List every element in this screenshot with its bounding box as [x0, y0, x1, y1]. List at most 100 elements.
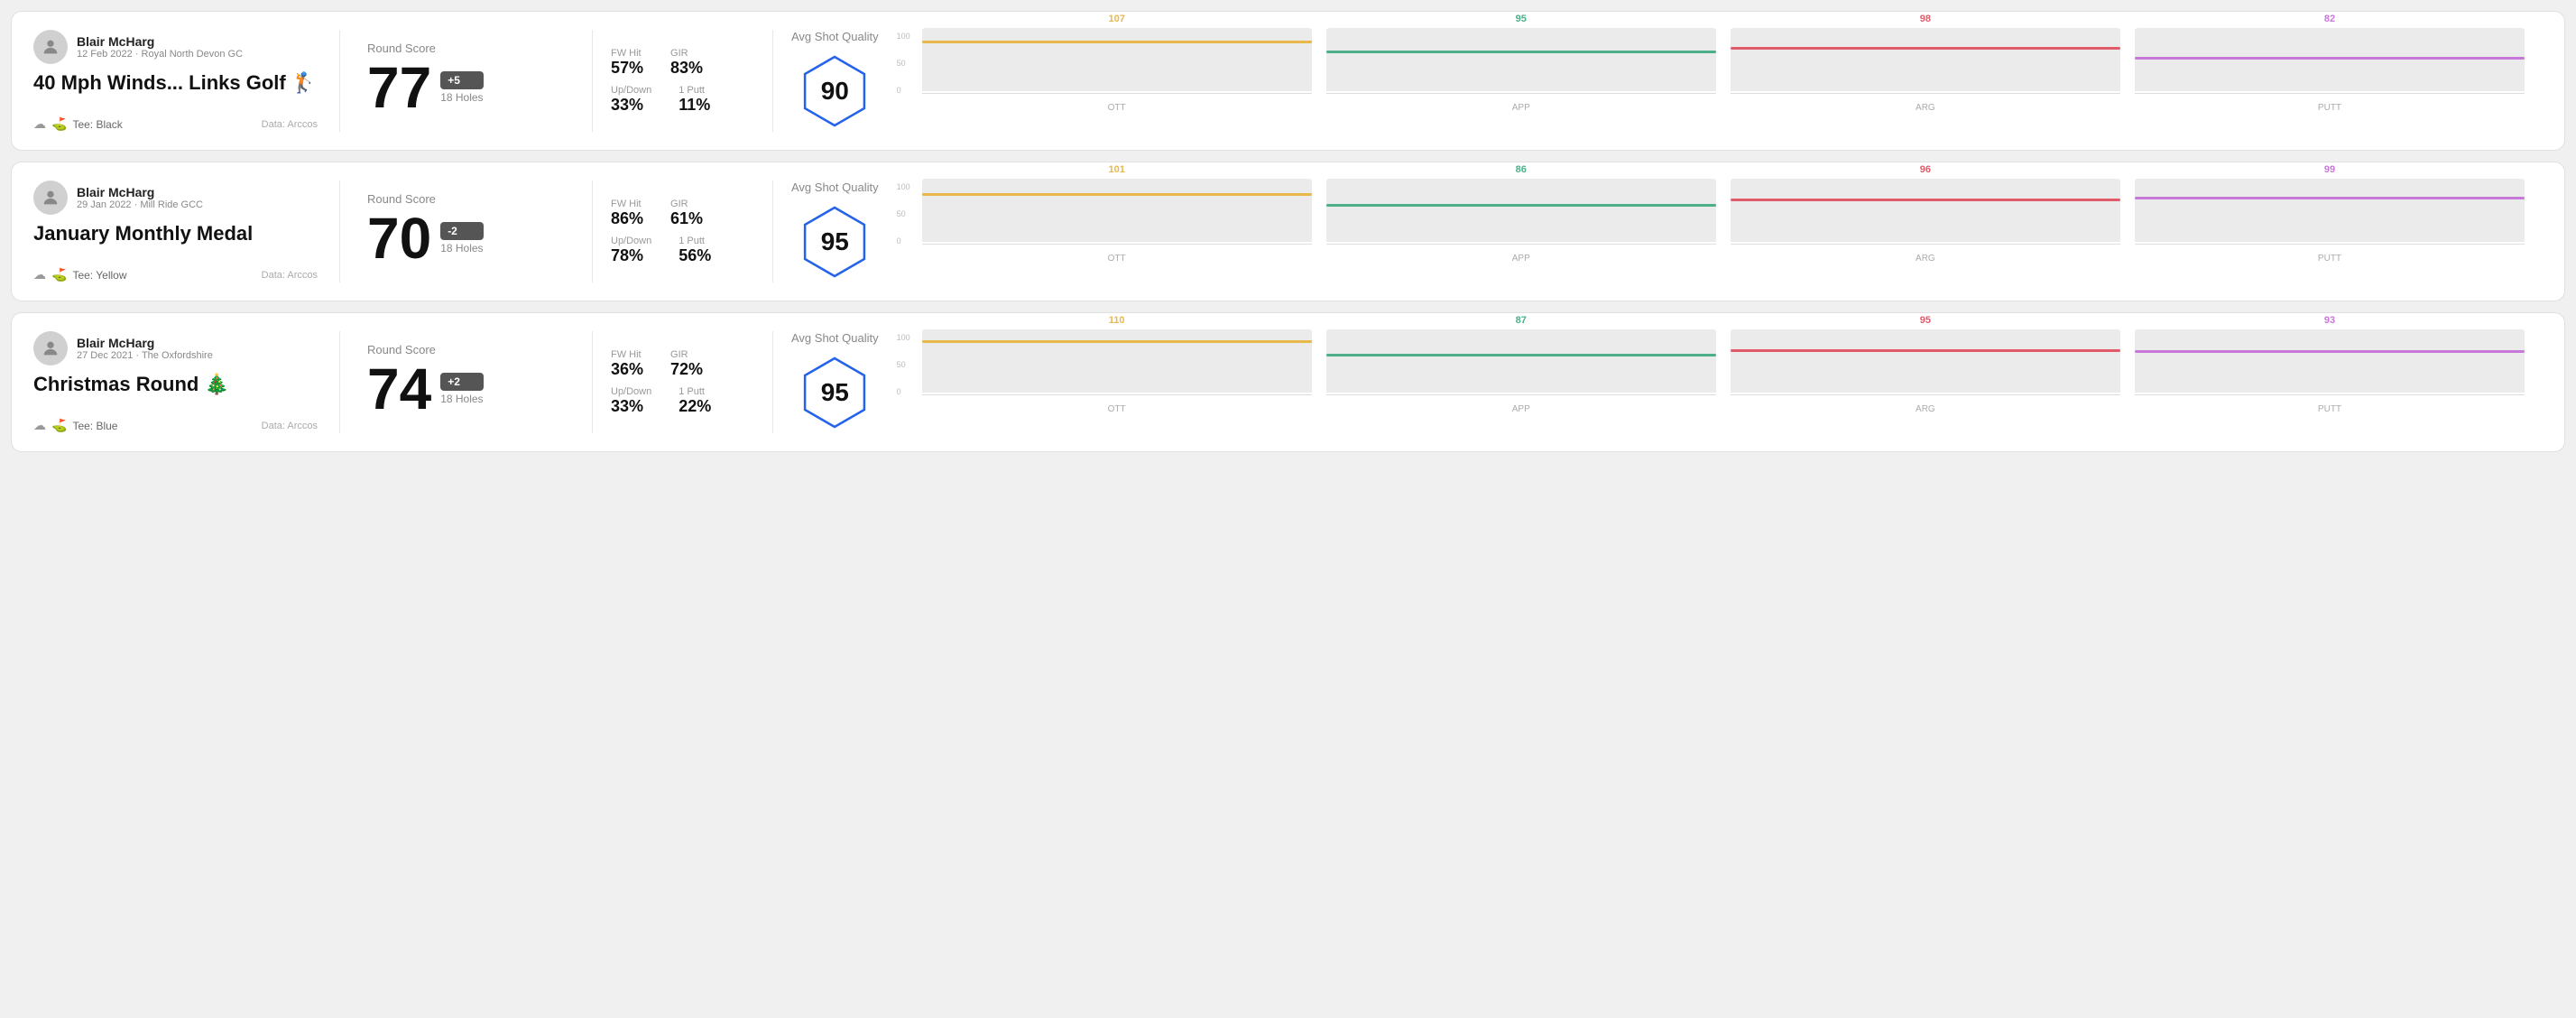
gir-stat: GIR 72%: [670, 349, 703, 379]
score-badge: -2: [440, 222, 483, 240]
bar-wrapper: [922, 329, 1312, 393]
bar-value-label: 101: [1108, 164, 1124, 175]
chart-bar-col: 95 APP: [1326, 14, 1716, 113]
bar-value-label: 86: [1516, 164, 1527, 175]
chart-bar-col: 107 OTT: [922, 14, 1312, 113]
bar-x-label: PUTT: [2318, 254, 2341, 264]
quality-label: Avg Shot Quality: [791, 30, 879, 43]
y-axis-max: 100: [897, 182, 910, 191]
stats-section: FW Hit 57% GIR 83% Up/Down 33% 1 Putt 11…: [593, 30, 773, 132]
axis-line: [2135, 394, 2525, 395]
hexagon-container: 90: [794, 51, 875, 132]
axis-line: [922, 394, 1312, 395]
updown-stat: Up/Down 33%: [611, 386, 651, 416]
stats-section: FW Hit 36% GIR 72% Up/Down 33% 1 Putt 22…: [593, 331, 773, 433]
tee-row: ☁ ⛳ Tee: Black Data: Arccos: [33, 116, 318, 132]
oneputt-value: 11%: [679, 96, 710, 115]
stat-group-bottom: Up/Down 33% 1 Putt 22%: [611, 386, 754, 416]
score-value: 77: [367, 59, 431, 116]
bar-line: [2135, 197, 2525, 199]
updown-label: Up/Down: [611, 386, 651, 397]
user-header: Blair McHarg 12 Feb 2022 · Royal North D…: [33, 30, 318, 64]
bar-x-label: ARG: [1916, 103, 1935, 113]
quality-section: Avg Shot Quality 95 100 50 0 101: [773, 180, 2543, 282]
tee-info: ☁ ⛳ Tee: Yellow: [33, 267, 126, 282]
bar-line: [1326, 204, 1716, 207]
bar-chart: 101 OTT 86 APP 9: [922, 182, 2525, 282]
round-title: January Monthly Medal: [33, 222, 318, 245]
quality-left: Avg Shot Quality 95: [791, 180, 879, 282]
round-card: Blair McHarg 29 Jan 2022 · Mill Ride GCC…: [11, 162, 2565, 301]
updown-label: Up/Down: [611, 236, 651, 246]
bar-value-label: 99: [2324, 164, 2335, 175]
oneputt-stat: 1 Putt 11%: [679, 85, 710, 115]
bar-x-label: PUTT: [2318, 404, 2341, 414]
round-card: Blair McHarg 12 Feb 2022 · Royal North D…: [11, 11, 2565, 151]
weather-icon: ☁: [33, 116, 46, 132]
bar-wrapper: [2135, 329, 2525, 393]
gir-label: GIR: [670, 48, 703, 59]
bar-wrapper: [1326, 28, 1716, 91]
round-title: Christmas Round 🎄: [33, 373, 318, 396]
bar-x-label: APP: [1512, 254, 1530, 264]
bar-line: [1326, 354, 1716, 356]
quality-label: Avg Shot Quality: [791, 331, 879, 345]
data-source-label: Data: Arccos: [262, 270, 318, 281]
stat-group-bottom: Up/Down 78% 1 Putt 56%: [611, 236, 754, 265]
axis-line: [1731, 244, 2120, 245]
updown-value: 33%: [611, 397, 651, 416]
oneputt-value: 56%: [679, 246, 711, 265]
quality-section: Avg Shot Quality 90 100 50 0 107: [773, 30, 2543, 132]
score-value: 70: [367, 209, 431, 267]
bar-line: [922, 340, 1312, 343]
user-info: Blair McHarg 12 Feb 2022 · Royal North D…: [77, 34, 243, 60]
bar-wrapper: [1326, 179, 1716, 242]
bar-chart-wrapper: 100 50 0 107 OTT 95: [897, 32, 2525, 131]
chart-bar-col: 96 ARG: [1731, 164, 2120, 264]
weather-icon: ☁: [33, 418, 46, 433]
stats-section: FW Hit 86% GIR 61% Up/Down 78% 1 Putt 56…: [593, 180, 773, 282]
score-row: 74 +2 18 Holes: [367, 360, 565, 418]
tee-label: Tee: Black: [72, 118, 122, 131]
user-name: Blair McHarg: [77, 336, 213, 350]
chart-bar-col: 99 PUTT: [2135, 164, 2525, 264]
bar-wrapper: [922, 179, 1312, 242]
round-score-label: Round Score: [367, 42, 565, 55]
y-axis-max: 100: [897, 32, 910, 41]
user-info: Blair McHarg 29 Jan 2022 · Mill Ride GCC: [77, 185, 203, 210]
fw-hit-stat: FW Hit 86%: [611, 199, 643, 228]
tee-label: Tee: Blue: [72, 420, 117, 432]
chart-section: 100 50 0 101 OTT 86: [897, 182, 2525, 282]
fw-hit-stat: FW Hit 57%: [611, 48, 643, 78]
bar-chart: 107 OTT 95 APP 9: [922, 32, 2525, 131]
quality-score: 95: [821, 378, 849, 407]
stat-group-top: FW Hit 57% GIR 83%: [611, 48, 754, 78]
gir-label: GIR: [670, 199, 703, 209]
chart-bar-col: 86 APP: [1326, 164, 1716, 264]
bar-chart-wrapper: 100 50 0 110 OTT 87: [897, 333, 2525, 432]
stat-group-top: FW Hit 86% GIR 61%: [611, 199, 754, 228]
tee-row: ☁ ⛳ Tee: Blue Data: Arccos: [33, 418, 318, 433]
bar-x-label: APP: [1512, 103, 1530, 113]
bar-x-label: ARG: [1916, 404, 1935, 414]
bar-wrapper: [922, 28, 1312, 91]
bar-background: [1326, 28, 1716, 91]
bar-x-label: ARG: [1916, 254, 1935, 264]
bar-line: [1731, 199, 2120, 201]
quality-left: Avg Shot Quality 90: [791, 30, 879, 132]
y-axis-max: 100: [897, 333, 910, 342]
axis-line: [1326, 394, 1716, 395]
axis-line: [2135, 244, 2525, 245]
score-value: 74: [367, 360, 431, 418]
fw-hit-value: 57%: [611, 59, 643, 78]
bar-wrapper: [2135, 28, 2525, 91]
chart-bar-col: 101 OTT: [922, 164, 1312, 264]
tee-label: Tee: Yellow: [72, 269, 126, 282]
score-section: Round Score 77 +5 18 Holes: [340, 30, 593, 132]
score-badge-group: +5 18 Holes: [440, 71, 483, 104]
bag-icon: ⛳: [51, 418, 67, 433]
axis-line: [1731, 394, 2120, 395]
data-source-label: Data: Arccos: [262, 421, 318, 431]
updown-value: 33%: [611, 96, 651, 115]
user-meta: 29 Jan 2022 · Mill Ride GCC: [77, 199, 203, 210]
